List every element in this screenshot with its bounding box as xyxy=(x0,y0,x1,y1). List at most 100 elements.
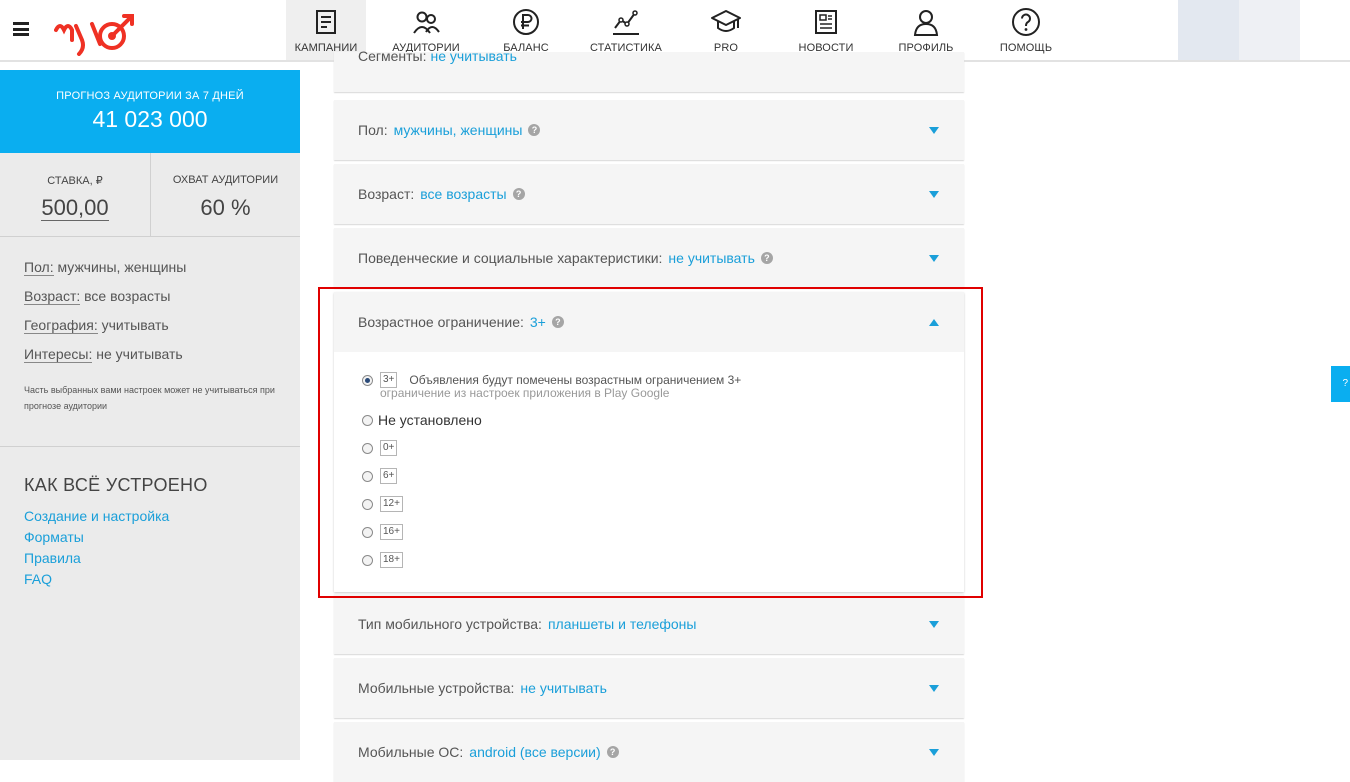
age-badge: 16+ xyxy=(380,524,403,540)
nav-item-profile[interactable]: ПРОФИЛЬ xyxy=(886,0,966,60)
chevron-down-icon[interactable] xyxy=(929,749,939,756)
bid-value[interactable]: 500,00 xyxy=(41,196,109,221)
age-option-16[interactable]: 16+ xyxy=(362,524,964,552)
chevron-down-icon[interactable] xyxy=(929,685,939,692)
graduation-cap-icon xyxy=(711,10,741,32)
panel-value: не учитывать xyxy=(520,680,607,696)
panel-key: Мобильные ОС: xyxy=(358,744,464,760)
panel-value: мужчины, женщины xyxy=(393,122,523,138)
summary-value: все возрасты xyxy=(84,288,171,304)
audience-forecast: ПРОГНОЗ АУДИТОРИИ ЗА 7 ДНЕЙ 41 023 000 xyxy=(0,70,300,153)
option-label: Не установлено xyxy=(378,412,482,428)
chevron-up-icon[interactable] xyxy=(929,319,939,326)
chevron-down-icon[interactable] xyxy=(929,255,939,262)
radio-button[interactable] xyxy=(362,415,373,426)
summary-key[interactable]: Интересы: xyxy=(24,346,93,363)
nav-item-help[interactable]: ПОМОЩЬ xyxy=(986,0,1066,60)
radio-button[interactable] xyxy=(362,471,373,482)
hamburger-menu-icon[interactable] xyxy=(13,22,29,36)
nav-item-campaigns[interactable]: КАМПАНИИ xyxy=(286,0,366,60)
chart-icon xyxy=(613,10,639,35)
summary-value: учитывать xyxy=(101,317,169,333)
panel-value: все возрасты xyxy=(420,186,507,202)
help-icon[interactable]: ? xyxy=(528,124,541,136)
reach-value: 60 % xyxy=(200,195,251,220)
radio-button[interactable] xyxy=(362,499,373,510)
mytarget-logo[interactable] xyxy=(54,8,136,56)
placeholder-block xyxy=(1239,0,1300,60)
panel-behavior[interactable]: Поведенческие и социальные характеристик… xyxy=(334,228,964,288)
age-badge: 6+ xyxy=(380,468,398,484)
panel-age-limit: Возрастное ограничение: 3+? 3+ Объявления… xyxy=(334,292,964,592)
age-badge: 12+ xyxy=(380,496,403,512)
age-option-18[interactable]: 18+ xyxy=(362,552,964,580)
panel-gender[interactable]: Пол: мужчины, женщины? xyxy=(334,100,964,160)
summary-value: мужчины, женщины xyxy=(57,259,187,275)
ruble-icon xyxy=(513,9,539,35)
chevron-down-icon[interactable] xyxy=(929,621,939,628)
summary-key[interactable]: Пол: xyxy=(24,259,54,276)
panel-key: Возраст: xyxy=(358,186,415,202)
forecast-value: 41 023 000 xyxy=(92,106,208,132)
panel-key: Мобильные устройства: xyxy=(358,680,515,696)
nav-label: ПОМОЩЬ xyxy=(999,42,1053,54)
summary-key[interactable]: Возраст: xyxy=(24,288,81,305)
link-faq[interactable]: FAQ xyxy=(24,569,276,590)
panel-key: Возрастное ограничение: xyxy=(358,314,524,330)
help-icon[interactable]: ? xyxy=(760,252,773,264)
nav-item-news[interactable]: НОВОСТИ xyxy=(786,0,866,60)
panel-segments[interactable]: Сегменты: не учитывать xyxy=(334,48,964,92)
chevron-down-icon[interactable] xyxy=(929,127,939,134)
bid-label: СТАВКА, ₽ xyxy=(47,175,103,187)
help-icon[interactable]: ? xyxy=(512,188,525,200)
panel-key: Поведенческие и социальные характеристик… xyxy=(358,250,663,266)
forecast-label: ПРОГНОЗ АУДИТОРИИ ЗА 7 ДНЕЙ xyxy=(56,90,244,102)
summary-row: Интересы: не учитывать xyxy=(24,346,276,363)
radio-button[interactable] xyxy=(362,555,373,566)
age-badge: 18+ xyxy=(380,552,403,568)
radio-button[interactable] xyxy=(362,375,373,386)
age-option-none[interactable]: Не установлено xyxy=(362,412,964,440)
reach-label: ОХВАТ АУДИТОРИИ xyxy=(172,174,279,186)
help-icon[interactable]: ? xyxy=(606,746,619,758)
audiences-icon xyxy=(413,11,440,34)
placeholder-block xyxy=(1178,0,1239,60)
nav-item-statistics[interactable]: СТАТИСТИКА xyxy=(586,0,666,60)
sidebar: ПРОГНОЗ АУДИТОРИИ ЗА 7 ДНЕЙ 41 023 000 С… xyxy=(0,70,300,760)
panel-os[interactable]: Мобильные ОС: android (все версии)? xyxy=(334,722,964,782)
panel-devices[interactable]: Мобильные устройства: не учитывать xyxy=(334,658,964,718)
radio-button[interactable] xyxy=(362,527,373,538)
chevron-down-icon[interactable] xyxy=(929,191,939,198)
panel-value: не учитывать xyxy=(430,48,517,64)
link-formats[interactable]: Форматы xyxy=(24,527,276,548)
summary-value: не учитывать xyxy=(96,346,183,362)
panel-age-limit-header[interactable]: Возрастное ограничение: 3+? xyxy=(334,292,964,352)
panel-value: android (все версии) xyxy=(469,744,601,760)
nav-item-pro[interactable]: PRO xyxy=(686,0,766,60)
age-option-12[interactable]: 12+ xyxy=(362,496,964,524)
panel-value: планшеты и телефоны xyxy=(547,616,697,632)
panel-device-type[interactable]: Тип мобильного устройства: планшеты и тел… xyxy=(334,594,964,654)
how-it-works-title: КАК ВСЁ УСТРОЕНО xyxy=(24,475,208,495)
radio-button[interactable] xyxy=(362,443,373,454)
side-feedback-tab[interactable]: ? xyxy=(1331,366,1350,402)
summary-row: Возраст: все возрасты xyxy=(24,288,276,305)
link-rules[interactable]: Правила xyxy=(24,548,276,569)
summary-row: Пол: мужчины, женщины xyxy=(24,259,276,276)
panel-value: не учитывать xyxy=(668,250,755,266)
campaigns-icon xyxy=(316,10,336,34)
profile-icon xyxy=(913,10,939,36)
metrics: СТАВКА, ₽ 500,00 ОХВАТ АУДИТОРИИ 60 % xyxy=(0,153,300,237)
how-it-works: КАК ВСЁ УСТРОЕНО Создание и настройка Фо… xyxy=(0,447,300,590)
panel-key: Сегменты: xyxy=(358,48,427,64)
summary-key[interactable]: География: xyxy=(24,317,98,334)
reach-metric: ОХВАТ АУДИТОРИИ 60 % xyxy=(150,153,300,236)
age-limit-options: 3+ Объявления будут помечены возрастным … xyxy=(334,352,964,580)
age-option-6[interactable]: 6+ xyxy=(362,468,964,496)
targeting-summary: Пол: мужчины, женщины Возраст: все возра… xyxy=(0,237,300,447)
summary-row: География: учитывать xyxy=(24,317,276,334)
link-setup[interactable]: Создание и настройка xyxy=(24,506,276,527)
panel-age[interactable]: Возраст: все возрасты? xyxy=(334,164,964,224)
age-option-0[interactable]: 0+ xyxy=(362,440,964,468)
help-icon[interactable]: ? xyxy=(551,316,564,328)
